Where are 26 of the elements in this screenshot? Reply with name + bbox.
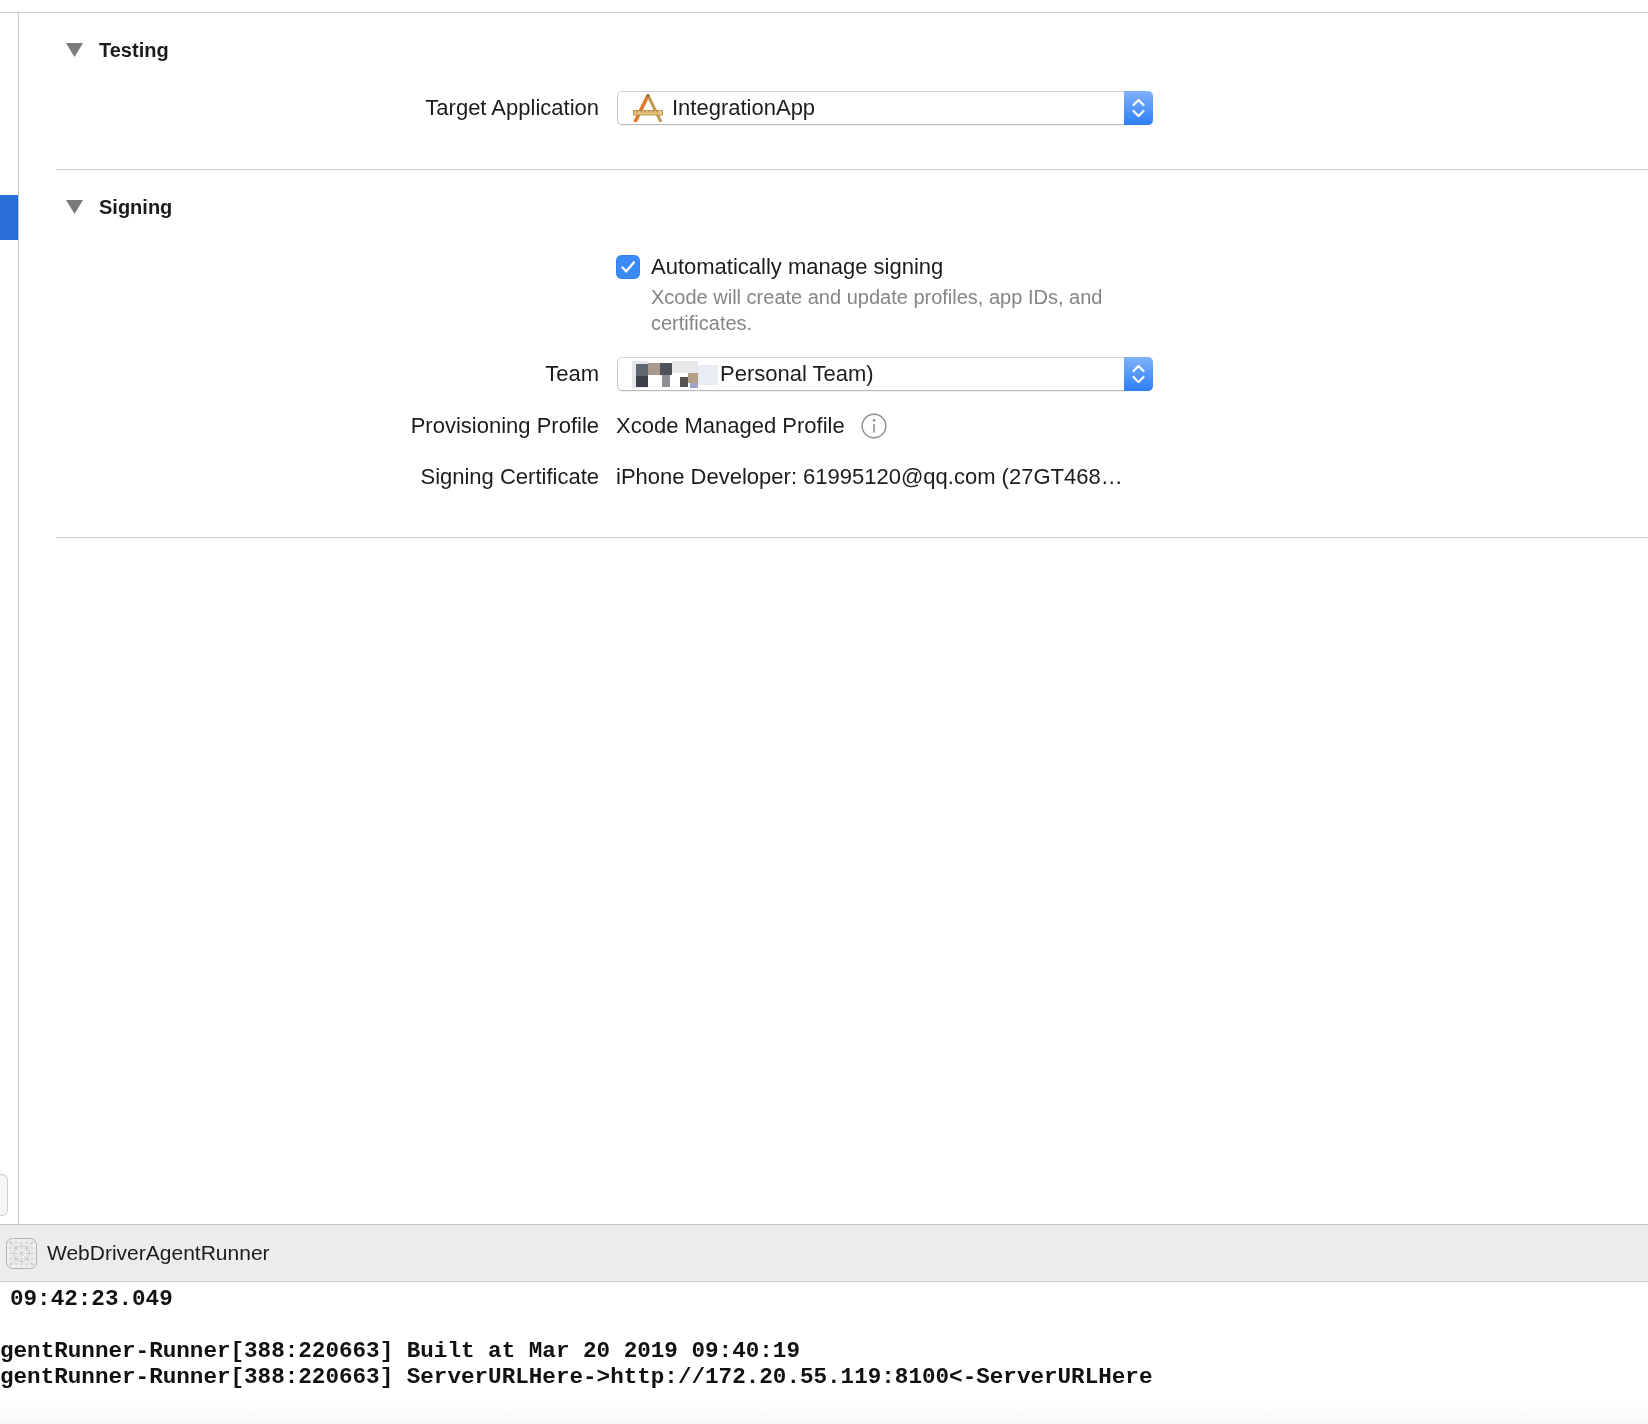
info-icon[interactable] (860, 413, 887, 439)
section-title: Signing (99, 195, 173, 219)
field-value: iPhone Developer: 61995120@qq.com (27GT468… (616, 464, 1123, 490)
pencil-ruler-icon (632, 94, 664, 122)
timestamp-text: 09:42:23.049 (10, 1286, 173, 1312)
log-line: gentRunner-Runner[388:220663] ServerURLHere->http://172.20.55.119:8100<-ServerURLHere (0, 1364, 1153, 1390)
field-label: Provisioning Profile (409, 413, 599, 439)
popup-button[interactable]: IntegrationApp (617, 91, 1153, 125)
checkbox[interactable] (616, 255, 640, 279)
checkbox-label[interactable]: Automatically manage signing (651, 254, 944, 280)
chevron-up-down-icon (1124, 91, 1153, 125)
popup-button[interactable]: Personal Team) (617, 357, 1153, 391)
scheme-target-label[interactable]: WebDriverAgentRunner (47, 1240, 270, 1266)
disclosure-triangle-icon[interactable] (66, 200, 83, 214)
log-line: gentRunner-Runner[388:220663] Built at Mar 20 2019 09:40:19 (0, 1338, 800, 1364)
field-value: Xcode Managed Profile (616, 413, 845, 439)
grid-icon (6, 1237, 37, 1269)
filter-field[interactable] (0, 1174, 8, 1216)
field-label: Team (544, 361, 599, 387)
section-title: Testing (99, 38, 169, 62)
disclosure-triangle-icon[interactable] (66, 43, 83, 57)
field-label: Signing Certificate (419, 464, 599, 490)
chevron-up-down-icon (1124, 357, 1153, 391)
field-label: Target Application (424, 95, 599, 121)
mosaic-icon (632, 359, 720, 389)
checkbox-description: Xcode will create and update profiles, app IDs, and certificates. (651, 285, 1104, 336)
